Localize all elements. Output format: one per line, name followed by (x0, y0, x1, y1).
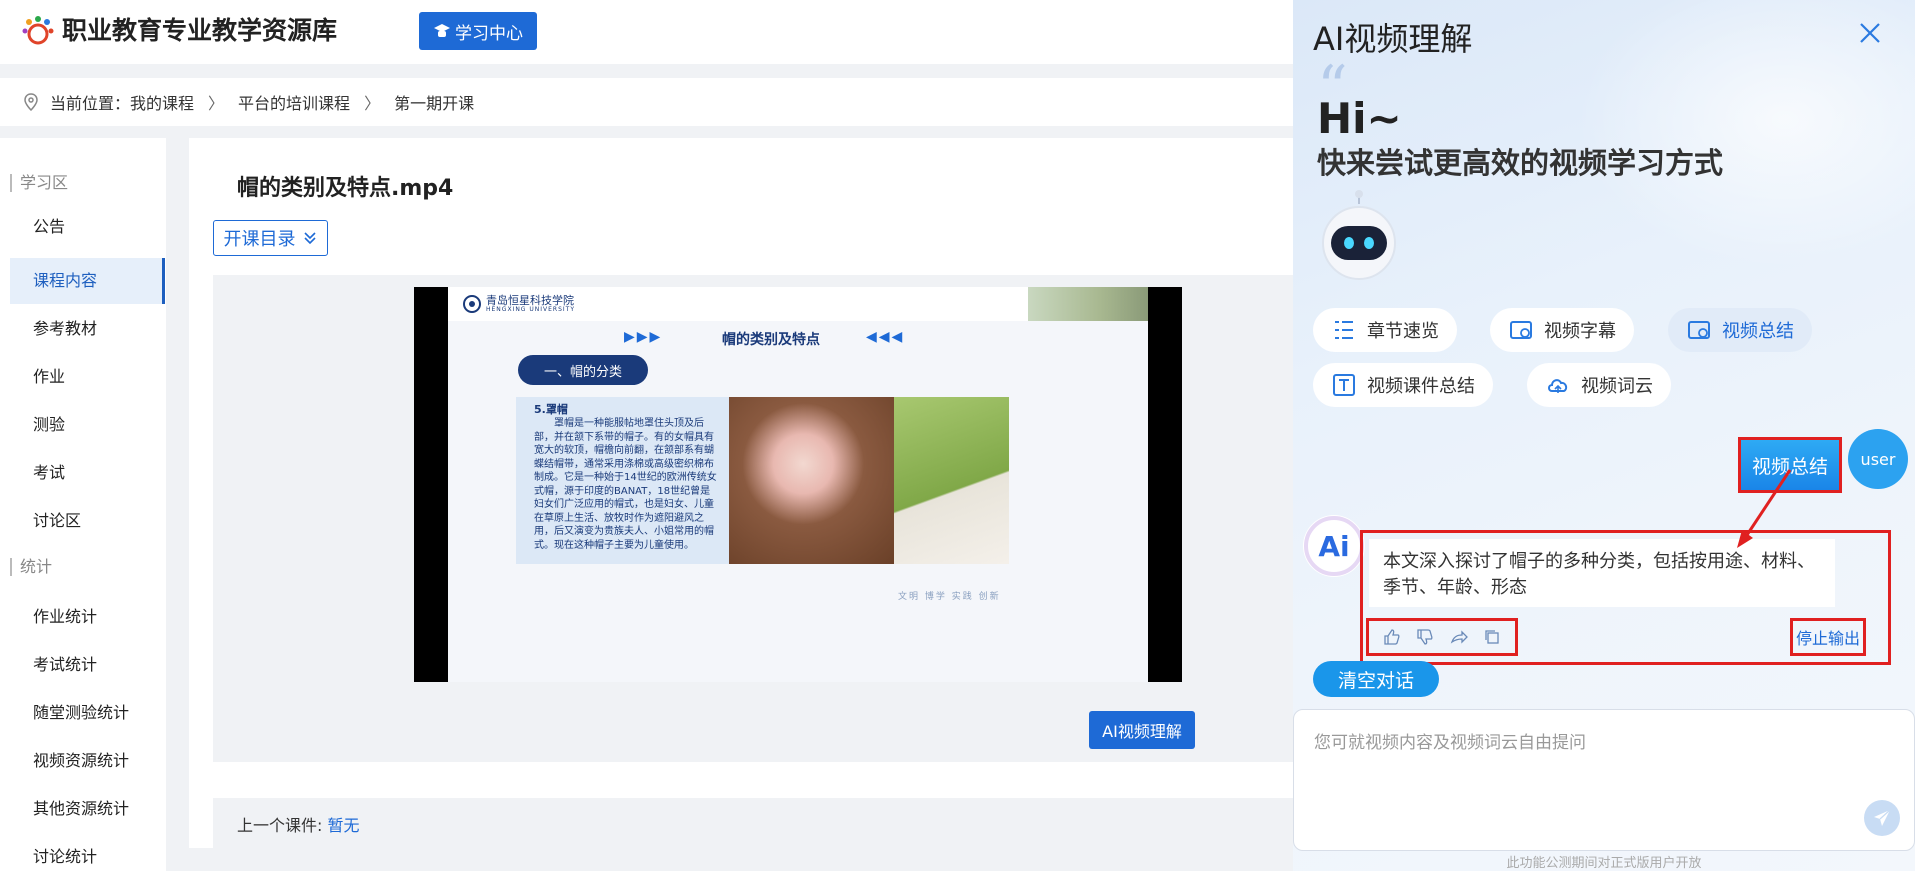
copy-icon[interactable] (1483, 628, 1501, 646)
catalog-label: 开课目录 (223, 229, 296, 250)
graduate-icon (434, 24, 450, 37)
video-player-area: 青岛恒星科技学院 HENGXING UNIVERSITY ▶▶▶ 帽的类别及特点… (213, 275, 1293, 762)
sidebar-item-announcement[interactable]: 公告 (10, 204, 165, 250)
breadcrumb-item-training[interactable]: 平台的培训课程 (238, 90, 350, 114)
svg-text:Ai: Ai (1318, 530, 1349, 563)
video-player[interactable]: 青岛恒星科技学院 HENGXING UNIVERSITY ▶▶▶ 帽的类别及特点… (414, 287, 1182, 682)
sidebar-item-discussion[interactable]: 讨论区 (10, 498, 165, 544)
thumbs-up-icon[interactable] (1383, 628, 1401, 646)
breadcrumb-item-courses[interactable]: 我的课程 (130, 90, 194, 114)
sidebar-item-course-content[interactable]: 课程内容 (10, 258, 165, 304)
chip-label: 章节速览 (1367, 321, 1439, 342)
user-message-bubble: 视频总结 (1738, 437, 1842, 493)
sidebar-item-textbook[interactable]: 参考教材 (10, 306, 165, 352)
bonnet-photo (729, 397, 894, 564)
slide-title: 帽的类别及特点 (722, 332, 820, 348)
sidebar-item-homework[interactable]: 作业 (10, 354, 165, 400)
ai-video-understanding-button[interactable]: AI视频理解 (1089, 711, 1195, 749)
previous-courseware-bar: 上一个课件: 暂无 (213, 798, 1293, 853)
robot-mascot-icon (1322, 190, 1396, 280)
chip-video-summary[interactable]: 视频总结 (1668, 308, 1812, 352)
chevron-right-icon: 〉 (364, 94, 381, 113)
location-icon (24, 93, 38, 111)
slide-school-en: HENGXING UNIVERSITY (486, 306, 575, 313)
sidebar-section-stats: 统计 (10, 558, 52, 576)
share-icon[interactable] (1450, 628, 1468, 646)
send-button[interactable] (1864, 800, 1900, 836)
prev-link[interactable]: 暂无 (328, 816, 360, 835)
send-icon (1874, 809, 1891, 826)
sidebar-item-inclass-quiz-stats[interactable]: 随堂测验统计 (10, 690, 165, 736)
arrows-right-icon: ▶▶▶ (624, 329, 663, 345)
chip-label: 视频总结 (1722, 321, 1794, 342)
breadcrumb-prefix: 当前位置： (50, 94, 131, 113)
breadcrumb: 当前位置： 我的课程 〉 平台的培训课程 〉 第一期开课 (0, 78, 1293, 126)
prev-label: 上一个课件: (237, 816, 323, 835)
study-center-button[interactable]: 学习中心 (419, 12, 537, 50)
chip-chapter-overview[interactable]: 章节速览 (1313, 308, 1457, 352)
chip-label: 视频字幕 (1544, 321, 1616, 342)
campus-photo (1028, 287, 1148, 321)
greeting: Hi~ (1317, 94, 1402, 143)
slogan: 快来尝试更高效的视频学习方式 (1317, 146, 1724, 180)
stop-output-button[interactable]: 停止输出 (1790, 618, 1866, 656)
footer-note: 此功能公测期间对正式版用户开放 (1506, 856, 1702, 871)
ai-avatar-icon: Ai (1303, 515, 1365, 577)
sidebar-item-exam[interactable]: 考试 (10, 450, 165, 496)
list-icon (1335, 321, 1353, 339)
video-frame-slide: 青岛恒星科技学院 HENGXING UNIVERSITY ▶▶▶ 帽的类别及特点… (448, 287, 1148, 682)
close-icon[interactable] (1855, 18, 1885, 48)
chip-word-cloud[interactable]: 视频词云 (1527, 363, 1671, 407)
summary-icon (1688, 321, 1710, 339)
chevron-right-icon: 〉 (208, 94, 225, 113)
sidebar-item-discussion-stats[interactable]: 讨论统计 (10, 834, 165, 871)
question-input[interactable] (1314, 728, 1854, 828)
ai-video-panel: AI视频理解 “ Hi~ 快来尝试更高效的视频学习方式 章节速览 视频字幕 视频… (1293, 0, 1915, 871)
slide-text-box: 5.罩帽 罩帽是一种能服帖地罩住头顶及后部，并在颔下系带的帽子。有的女帽具有宽大… (516, 397, 729, 564)
slide-motto: 文明 博学 实践 创新 (898, 592, 1001, 602)
slide-subheading: 5.罩帽 (534, 403, 568, 416)
subtitle-icon (1510, 321, 1532, 339)
arrows-left-icon: ◀◀◀ (866, 329, 905, 345)
question-input-box (1293, 709, 1915, 851)
main-content: 帽的类别及特点.mp4 开课目录 青岛恒星科技学院 HENGXING UNIVE… (189, 138, 1293, 853)
catalog-dropdown[interactable]: 开课目录 (213, 220, 328, 256)
site-logo-icon (22, 16, 54, 45)
breadcrumb-item-session: 第一期开课 (394, 94, 475, 113)
top-header: 职业教育专业教学资源库 学习中心 (0, 0, 1293, 64)
site-brand: 职业教育专业教学资源库 (62, 16, 338, 45)
user-avatar: user (1848, 429, 1908, 489)
cloud-icon (1548, 379, 1568, 393)
clear-chat-button[interactable]: 清空对话 (1313, 661, 1439, 697)
sidebar-item-quiz[interactable]: 测验 (10, 402, 165, 448)
thumbs-down-icon[interactable] (1416, 628, 1434, 646)
study-center-label: 学习中心 (455, 23, 523, 44)
chip-label: 视频课件总结 (1367, 376, 1475, 397)
slide-section-pill: 一、帽的分类 (518, 355, 648, 385)
sidebar-section-learn: 学习区 (10, 174, 68, 192)
chip-video-subtitles[interactable]: 视频字幕 (1490, 308, 1634, 352)
ai-response-text: 本文深入探讨了帽子的多种分类，包括按用途、材料、季节、年龄、形态 (1369, 539, 1835, 607)
feedback-actions (1366, 618, 1518, 656)
sidebar-item-other-stats[interactable]: 其他资源统计 (10, 786, 165, 832)
sidebar: 学习区 公告 课程内容 参考教材 作业 测验 考试 讨论区 统计 作业统计 考试… (0, 138, 166, 871)
chip-courseware-summary[interactable]: 视频课件总结 (1313, 363, 1493, 407)
ai-response-highlight: 本文深入探讨了帽子的多种分类，包括按用途、材料、季节、年龄、形态 停止输出 (1360, 530, 1891, 665)
chip-label: 视频词云 (1581, 376, 1653, 397)
woman-hat-photo (894, 397, 1009, 564)
school-emblem-icon (463, 295, 481, 313)
sidebar-item-exam-stats[interactable]: 考试统计 (10, 642, 165, 688)
video-title: 帽的类别及特点.mp4 (237, 176, 454, 201)
double-chevron-down-icon (303, 232, 316, 245)
slide-body-text: 罩帽是一种能服帖地罩住头顶及后部，并在颔下系带的帽子。有的女帽具有宽大的软顶，帽… (534, 418, 717, 551)
sidebar-item-video-stats[interactable]: 视频资源统计 (10, 738, 165, 784)
sidebar-item-homework-stats[interactable]: 作业统计 (10, 594, 165, 640)
text-icon (1333, 374, 1355, 396)
